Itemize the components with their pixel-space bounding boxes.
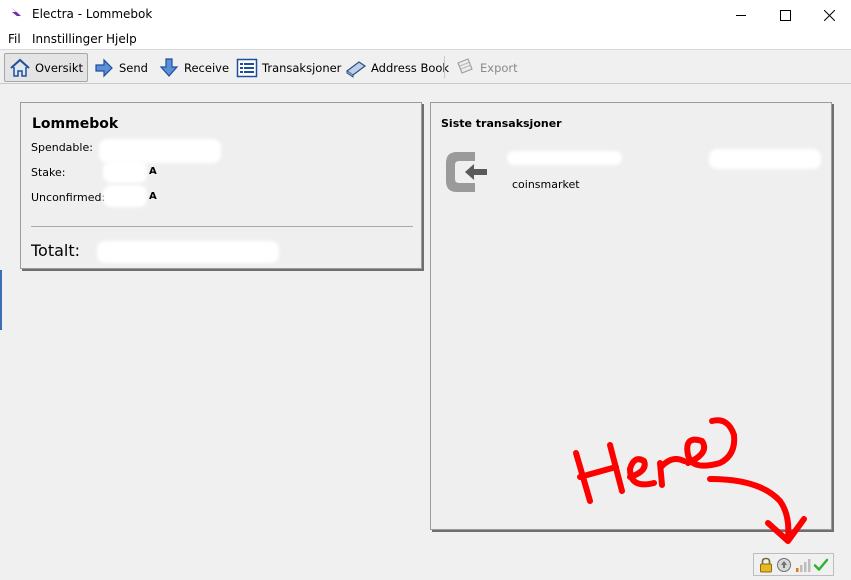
transactions-list-icon xyxy=(236,57,258,79)
total-label: Totalt: xyxy=(31,241,81,260)
menu-help[interactable]: Hjelp xyxy=(106,32,137,46)
transactions-label: Transaksjoner xyxy=(262,60,342,75)
unconfirmed-label: Unconfirmed: xyxy=(31,191,106,204)
sync-check-icon[interactable] xyxy=(813,557,829,573)
window-title: Electra - Lommebok xyxy=(32,7,153,21)
home-icon xyxy=(9,57,31,79)
export-button[interactable]: Export xyxy=(450,53,522,82)
address-book-icon xyxy=(345,57,367,79)
minimize-icon xyxy=(735,14,746,16)
stake-value-redacted xyxy=(103,161,147,183)
recent-transactions-title: Siste transaksjoner xyxy=(441,117,562,130)
transaction-amount-redacted xyxy=(709,149,821,169)
stake-label: Stake: xyxy=(31,166,66,179)
overview-label: Oversikt xyxy=(35,60,84,75)
receive-button[interactable]: Receive xyxy=(154,53,233,82)
send-label: Send xyxy=(119,60,148,75)
unconfirmed-value-redacted xyxy=(103,185,147,207)
recent-transactions-panel: Siste transaksjoner coinsmarket xyxy=(430,102,832,530)
spendable-value-redacted xyxy=(99,139,221,163)
menu-bar: Fil Innstillinger Hjelp xyxy=(0,30,851,49)
window-edge xyxy=(0,270,2,330)
staking-icon[interactable] xyxy=(776,557,792,573)
wallet-divider xyxy=(31,226,413,227)
wallet-panel: Lommebok Spendable: Stake: A Unconfirmed… xyxy=(20,102,422,269)
transaction-label: coinsmarket xyxy=(512,178,580,191)
menu-file[interactable]: Fil xyxy=(8,32,21,46)
electra-logo-icon xyxy=(11,7,23,21)
export-label: Export xyxy=(480,60,518,75)
lock-icon[interactable] xyxy=(758,557,774,573)
maximize-button[interactable] xyxy=(762,0,808,30)
send-arrow-icon xyxy=(93,57,115,79)
overview-button[interactable]: Oversikt xyxy=(4,53,89,82)
toolbar-separator xyxy=(444,56,445,78)
received-transaction-icon xyxy=(446,152,487,192)
status-bar xyxy=(753,553,834,576)
receive-arrow-icon xyxy=(158,57,180,79)
address-book-button[interactable]: Address Book xyxy=(341,53,453,82)
wallet-title: Lommebok xyxy=(32,116,119,132)
unconfirmed-unit: A xyxy=(149,191,157,202)
minimize-button[interactable] xyxy=(718,0,764,30)
transactions-button[interactable]: Transaksjoner xyxy=(232,53,345,82)
menu-settings[interactable]: Innstillinger xyxy=(32,32,103,46)
send-button[interactable]: Send xyxy=(89,53,152,82)
address-book-label: Address Book xyxy=(371,60,450,75)
signal-icon[interactable] xyxy=(795,557,811,573)
stake-unit: A xyxy=(149,166,157,177)
maximize-icon xyxy=(779,9,791,21)
close-button[interactable] xyxy=(806,0,851,30)
spendable-label: Spendable: xyxy=(31,141,93,154)
receive-label: Receive xyxy=(184,60,230,75)
export-clipboard-icon xyxy=(454,57,476,79)
title-bar: Electra - Lommebok xyxy=(0,0,851,30)
close-icon xyxy=(823,9,835,21)
total-value-redacted xyxy=(97,241,279,263)
transaction-date-redacted xyxy=(507,151,622,165)
toolbar: Oversikt Send Receive Transaksjoner Addr… xyxy=(0,49,851,84)
